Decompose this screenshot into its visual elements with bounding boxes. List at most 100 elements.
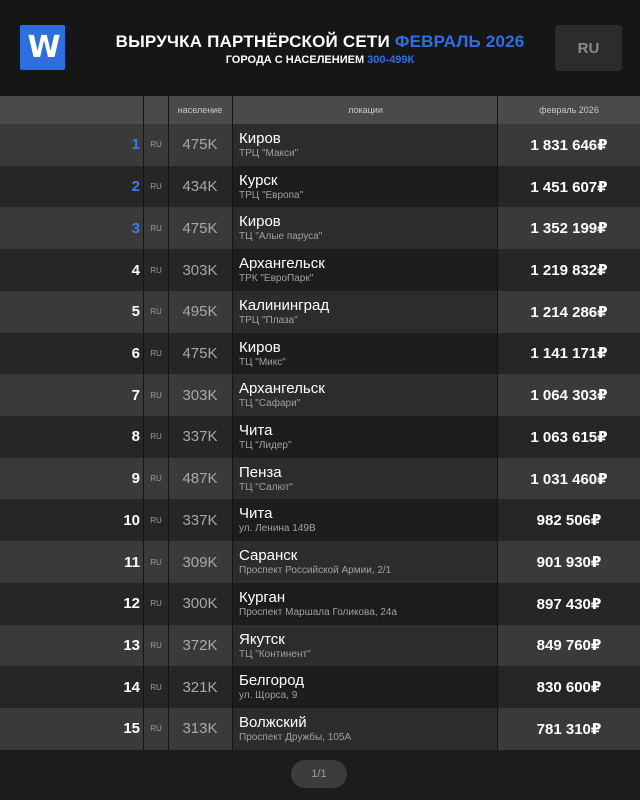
- revenue-value: 1 219 832₽: [530, 262, 608, 280]
- column-header-period: февраль 2026: [539, 105, 599, 115]
- page-subtitle-main: ГОРОДА С НАСЕЛЕНИЕМ: [225, 54, 365, 66]
- revenue-value: 1 064 303₽: [530, 387, 608, 405]
- location-cell: [233, 416, 498, 458]
- country-code: RU: [150, 223, 162, 233]
- revenue-value: 1 063 615₽: [530, 428, 608, 446]
- revenue-value: 1 031 460₽: [530, 470, 608, 488]
- rank-number: 4: [131, 261, 140, 279]
- column-divider: [168, 96, 169, 750]
- country-code: RU: [150, 515, 162, 525]
- location-address: ТЦ "Лидер": [239, 440, 292, 452]
- city-name: Архангельск: [239, 255, 325, 273]
- column-divider: [497, 96, 498, 750]
- location-cell: [233, 499, 498, 542]
- table-row: 4 RU 303K Архангельск ТРК "ЕвроПарк" 1 219 83…: [0, 249, 640, 291]
- location-address: ТЦ "Континент": [239, 648, 311, 660]
- country-code: RU: [150, 557, 162, 567]
- city-name: Архангельск: [239, 380, 325, 398]
- rank-number: 15: [123, 720, 140, 738]
- table-row: 11 RU 309K Саранск Проспект Российской Армии…: [0, 541, 640, 583]
- location-address: ул. Ленина 149В: [239, 523, 316, 535]
- rank-number: 6: [131, 344, 140, 362]
- rank-number: 1: [131, 136, 140, 154]
- city-name: Калининград: [239, 296, 330, 314]
- rank-number: 5: [131, 303, 140, 321]
- location-address: Проспект Российской Армии, 2/1: [239, 565, 392, 577]
- city-name: Курган: [239, 588, 286, 606]
- population-value: 487K: [182, 470, 218, 488]
- language-button[interactable]: RU: [555, 25, 622, 71]
- country-code: RU: [150, 265, 162, 275]
- population-value: 321K: [182, 678, 218, 696]
- location-address: ТЦ "Алые паруса": [239, 231, 323, 243]
- revenue-value: 849 760₽: [536, 637, 602, 655]
- country-code: RU: [150, 307, 162, 317]
- population-value: 475K: [182, 219, 218, 237]
- country-code: RU: [150, 640, 162, 650]
- revenue-value: 901 930₽: [536, 554, 602, 572]
- table-row: 5 RU 495K Калининград ТРЦ "Плаза" 1 214 286₽: [0, 290, 640, 333]
- page-subtitle: ГОРОДА С НАСЕЛЕНИЕМ 300-499К: [80, 54, 560, 66]
- country-code: RU: [150, 432, 162, 442]
- city-name: Белгород: [239, 672, 305, 690]
- country-code: RU: [150, 140, 162, 150]
- location-address: ТЦ "Салют": [239, 481, 293, 493]
- rank-number: 12: [123, 595, 140, 613]
- revenue-value: 897 430₽: [536, 595, 602, 613]
- table-row: 14 RU 321K Белгород ул. Щорса, 9 830 600₽: [0, 666, 640, 709]
- population-value: 434K: [182, 178, 218, 196]
- page-title-period: ФЕВРАЛЬ 2026: [394, 32, 525, 51]
- population-value: 337K: [182, 428, 218, 446]
- country-code: RU: [150, 474, 162, 484]
- brand-logo-icon: W: [20, 25, 65, 70]
- city-name: Киров: [239, 213, 281, 231]
- population-value: 309K: [182, 553, 218, 571]
- page-title: ВЫРУЧКА ПАРТНЁРСКОЙ СЕТИ ФЕВРАЛЬ 2026: [80, 32, 560, 52]
- population-value: 495K: [182, 303, 218, 321]
- revenue-value: 830 600₽: [536, 679, 602, 697]
- location-address: ТРЦ "Макси": [239, 148, 299, 159]
- table-row: 12 RU 300K Курган Проспект Маршала Голикова,…: [0, 582, 640, 625]
- location-address: ТЦ "Микс": [239, 356, 286, 368]
- country-code: RU: [150, 682, 162, 692]
- rank-number: 9: [131, 470, 140, 488]
- population-value: 300K: [182, 595, 218, 613]
- population-value: 303K: [182, 386, 218, 404]
- rank-number: 3: [131, 219, 140, 237]
- revenue-value: 1 451 607₽: [530, 178, 608, 196]
- country-code: RU: [150, 390, 162, 400]
- location-address: ТЦ "Сафари": [239, 398, 301, 410]
- revenue-value: 1 352 199₽: [530, 220, 608, 238]
- table-row: 15 RU 313K Волжский Проспект Дружбы, 105А 781…: [0, 708, 640, 750]
- header: W ВЫРУЧКА ПАРТНЁРСКОЙ СЕТИ ФЕВРАЛЬ 2026 …: [0, 0, 640, 96]
- pagination-indicator[interactable]: 1/1: [291, 760, 347, 788]
- page-title-main: ВЫРУЧКА ПАРТНЁРСКОЙ СЕТИ: [115, 32, 390, 51]
- city-name: Волжский: [239, 714, 307, 732]
- population-value: 475K: [182, 136, 218, 154]
- column-divider: [143, 96, 144, 750]
- rank-number: 2: [131, 178, 140, 196]
- city-name: Пенза: [239, 463, 282, 481]
- column-header-population: население: [177, 105, 223, 115]
- table-row: 7 RU 303K Архангельск ТЦ "Сафари" 1 064 303₽: [0, 374, 640, 417]
- rank-number: 11: [124, 553, 140, 571]
- city-name: Саранск: [239, 547, 298, 565]
- city-name: Киров: [239, 338, 281, 356]
- location-address: ТРК "ЕвроПарк": [239, 273, 314, 285]
- table-row: 8 RU 337K Чита ТЦ "Лидер" 1 063 615₽: [0, 416, 640, 458]
- column-divider: [232, 96, 233, 750]
- table-row: 6 RU 475K Киров ТЦ "Микс" 1 141 171₽: [0, 332, 640, 375]
- population-value: 372K: [182, 636, 218, 654]
- rank-number: 8: [131, 428, 140, 446]
- city-name: Курск: [239, 171, 278, 189]
- location-address: Проспект Дружбы, 105А: [239, 732, 352, 744]
- location-address: ул. Щорса, 9: [239, 690, 298, 702]
- country-code: RU: [150, 182, 162, 192]
- city-name: Чита: [239, 422, 273, 440]
- location-address: ТРЦ "Плаза": [239, 314, 298, 326]
- table-row: 2 RU 434K Курск ТРЦ "Европа" 1 451 607₽: [0, 165, 640, 208]
- city-name: Чита: [239, 505, 273, 523]
- country-code: RU: [150, 348, 162, 358]
- city-name: Якутск: [239, 630, 285, 648]
- table-row: 9 RU 487K Пенза ТЦ "Салют" 1 031 460₽: [0, 457, 640, 500]
